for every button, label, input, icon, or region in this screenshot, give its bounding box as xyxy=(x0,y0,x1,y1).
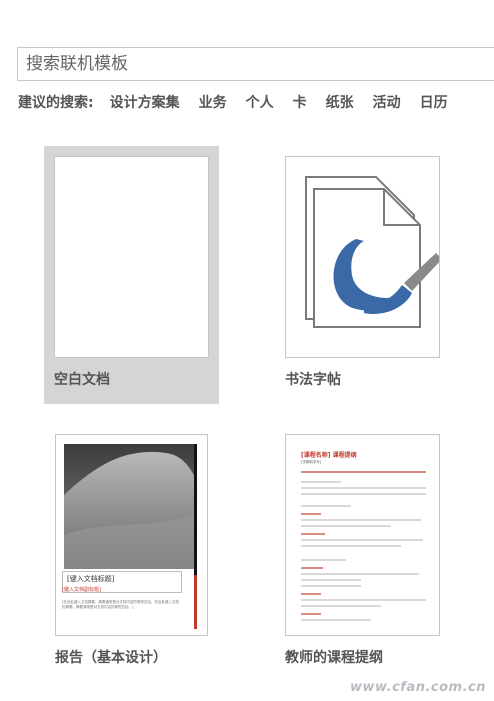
suggested-link-design-sets[interactable]: 设计方案集 xyxy=(110,92,180,112)
preview-line xyxy=(301,599,426,601)
preview-line xyxy=(301,605,381,607)
report-thumbnail: [键入文档标题] [键入文档副标题] [在此处键入文档摘要。摘要通常是对文档内容… xyxy=(55,434,208,636)
preview-line xyxy=(301,567,323,569)
preview-line xyxy=(301,539,423,541)
preview-line xyxy=(301,585,361,587)
blank-document-thumbnail xyxy=(54,156,209,358)
watermark: www.cfan.com.cn xyxy=(349,680,486,695)
template-label: 教师的课程提纲 xyxy=(285,650,383,666)
preview-line xyxy=(301,545,401,547)
template-label: 书法字帖 xyxy=(285,372,341,388)
calligraphy-brush-icon xyxy=(305,176,439,328)
suggested-searches: 建议的搜索: 设计方案集 业务 个人 卡 纸张 活动 日历 xyxy=(18,92,467,112)
suggested-link-personal[interactable]: 个人 xyxy=(246,92,274,112)
preview-line xyxy=(301,505,351,507)
report-preview-subtitle: [键入文档副标题] xyxy=(62,587,101,593)
report-preview-text: [在此处键入文档摘要。摘要通常是对文档内容的简短总结。在此处键入文档的摘要。摘要… xyxy=(62,600,179,609)
preview-line xyxy=(301,573,419,575)
template-tile-blank-document[interactable]: 空白文档 xyxy=(44,146,219,404)
template-tile-teacher-syllabus[interactable]: [课程名称] 课程提纲 [学期和学年] 教师的课程提纲 xyxy=(275,424,450,682)
template-tile-report-basic[interactable]: [键入文档标题] [键入文档副标题] [在此处键入文档摘要。摘要通常是对文档内容… xyxy=(45,424,220,682)
preview-line xyxy=(301,619,371,621)
suggested-link-business[interactable]: 业务 xyxy=(199,92,227,112)
suggested-link-card[interactable]: 卡 xyxy=(293,92,307,112)
preview-line xyxy=(301,519,421,521)
preview-line xyxy=(301,487,426,489)
preview-line xyxy=(301,493,426,495)
syllabus-preview-subtitle: [学期和学年] xyxy=(301,460,322,464)
template-tile-calligraphy[interactable]: 书法字帖 xyxy=(275,146,450,404)
suggested-link-event[interactable]: 活动 xyxy=(373,92,401,112)
preview-line xyxy=(301,513,321,515)
template-label: 空白文档 xyxy=(54,372,110,388)
preview-line xyxy=(301,613,321,615)
template-label: 报告（基本设计） xyxy=(55,650,167,666)
calligraphy-thumbnail xyxy=(285,156,440,358)
preview-line xyxy=(301,579,361,581)
preview-line xyxy=(301,559,346,561)
preview-line xyxy=(301,481,341,483)
preview-line xyxy=(301,525,391,527)
suggested-link-paper[interactable]: 纸张 xyxy=(326,92,354,112)
syllabus-thumbnail: [课程名称] 课程提纲 [学期和学年] xyxy=(285,434,440,636)
suggested-searches-label: 建议的搜索: xyxy=(18,95,94,111)
suggested-link-calendar[interactable]: 日历 xyxy=(420,92,448,112)
preview-line xyxy=(301,533,325,535)
search-input[interactable] xyxy=(18,48,494,80)
search-box[interactable] xyxy=(17,47,494,81)
preview-line xyxy=(301,593,321,595)
preview-rule xyxy=(301,471,426,473)
syllabus-preview-title: [课程名称] 课程提纲 xyxy=(301,452,357,459)
